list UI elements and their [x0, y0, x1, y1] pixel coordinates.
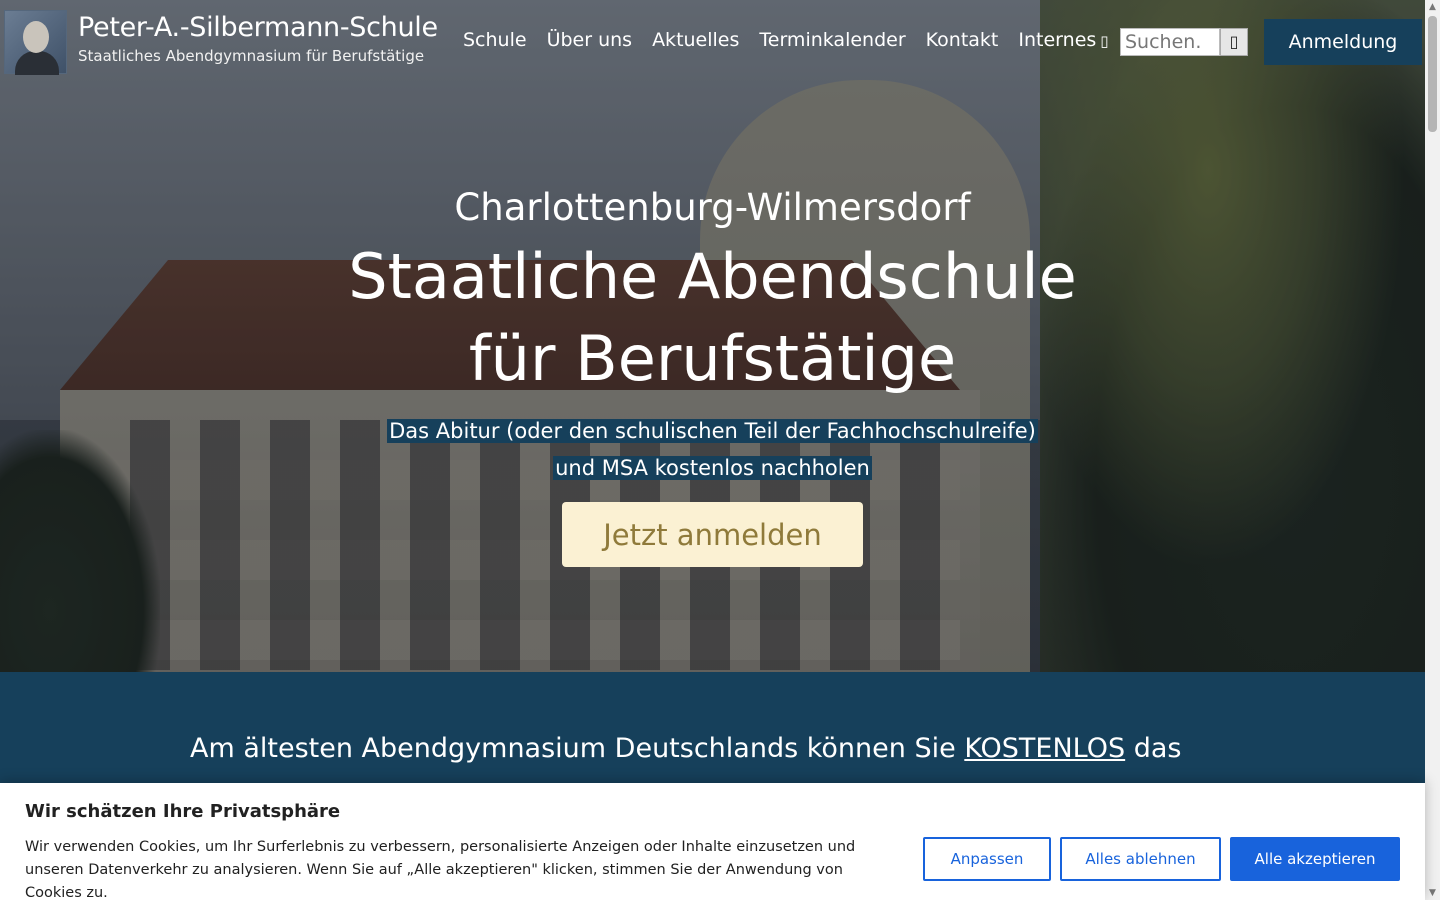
anmeldung-button[interactable]: Anmeldung — [1264, 19, 1422, 65]
page-scrollbar[interactable]: ▲ ▼ — [1425, 0, 1440, 900]
scroll-up-icon[interactable]: ▲ — [1425, 0, 1440, 14]
intro-highlight: KOSTENLOS — [964, 733, 1126, 764]
scroll-down-icon[interactable]: ▼ — [1425, 886, 1440, 900]
hero-title: Staatliche Abendschule für Berufstätige — [0, 236, 1425, 400]
intro-text: Am ältesten Abendgymnasium Deutschlands … — [190, 727, 1250, 771]
site-subtitle: Staatliches Abendgymnasium für Berufstät… — [78, 47, 425, 65]
search-input[interactable]: Suchen. — [1120, 28, 1220, 56]
cookie-reject-button[interactable]: Alles ablehnen — [1060, 837, 1221, 881]
cookie-customize-button[interactable]: Anpassen — [923, 837, 1051, 881]
search-button[interactable]: ▯ — [1220, 28, 1248, 56]
nav-item-kontakt[interactable]: Kontakt — [926, 29, 999, 51]
hero-lead-line1: Das Abitur (oder den schulischen Teil de… — [387, 419, 1038, 443]
nav-item-internes[interactable]: Internes ▯ — [1018, 29, 1108, 51]
logo-portrait-face — [23, 21, 49, 53]
site-title[interactable]: Peter-A.-Silbermann-Schule — [78, 12, 438, 43]
hero-title-line1: Staatliche Abendschule — [348, 240, 1077, 313]
search-icon: ▯ — [1229, 32, 1239, 51]
hero-title-line2: für Berufstätige — [468, 322, 957, 395]
nav-item-ueber-uns[interactable]: Über uns — [547, 29, 633, 51]
register-now-button[interactable]: Jetzt anmelden — [562, 502, 863, 567]
cookie-title: Wir schätzen Ihre Privatsphäre — [25, 801, 341, 822]
cookie-text: Wir verwenden Cookies, um Ihr Surferlebn… — [25, 839, 856, 900]
cookie-banner: Wir schätzen Ihre Privatsphäre Wir verwe… — [0, 783, 1425, 900]
logo-portrait-suit — [15, 51, 59, 75]
school-logo[interactable] — [4, 10, 67, 75]
nav-item-internes-label: Internes — [1018, 29, 1097, 51]
hero-lead: Das Abitur (oder den schulischen Teil de… — [0, 413, 1425, 487]
hero-section: Charlottenburg-Wilmersdorf Staatliche Ab… — [0, 0, 1425, 672]
intro-text-after: das — [1125, 733, 1182, 764]
nav-item-schule[interactable]: Schule — [463, 29, 527, 51]
hero-kicker: Charlottenburg-Wilmersdorf — [454, 186, 971, 229]
nav-item-terminkalender[interactable]: Terminkalender — [759, 29, 905, 51]
main-nav: Schule Über uns Aktuelles Terminkalender… — [463, 29, 1129, 51]
cookie-accept-button[interactable]: Alle akzeptieren — [1230, 837, 1400, 881]
chevron-down-icon: ▯ — [1100, 32, 1109, 50]
scroll-thumb[interactable] — [1428, 16, 1437, 132]
intro-text-before: Am ältesten Abendgymnasium Deutschlands … — [190, 733, 965, 764]
hero-lead-line2: und MSA kostenlos nachholen — [553, 456, 872, 480]
nav-item-aktuelles[interactable]: Aktuelles — [652, 29, 739, 51]
